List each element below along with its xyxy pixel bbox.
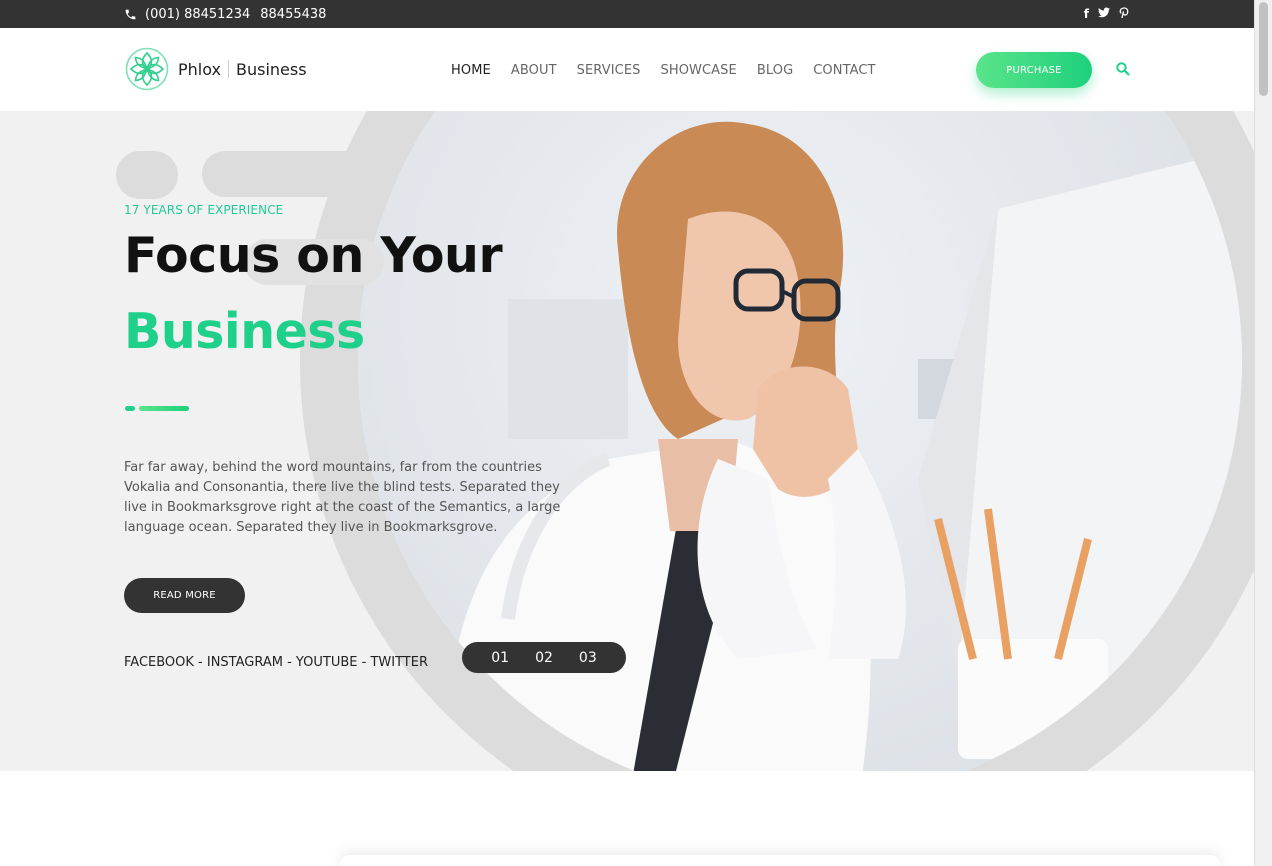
nav-about[interactable]: ABOUT bbox=[511, 63, 557, 78]
facebook-icon[interactable]: f bbox=[1084, 7, 1089, 21]
nav-showcase[interactable]: SHOWCASE bbox=[660, 63, 736, 78]
nav-services[interactable]: SERVICES bbox=[577, 63, 641, 78]
pinterest-icon[interactable] bbox=[1119, 6, 1129, 22]
hero-social-links[interactable]: FACEBOOK - INSTAGRAM - YOUTUBE - TWITTER bbox=[124, 655, 428, 670]
read-more-button[interactable]: READ MORE bbox=[124, 578, 245, 613]
main-nav: HOME ABOUT SERVICES SHOWCASE BLOG CONTAC… bbox=[451, 63, 876, 78]
logo-name: Phlox bbox=[178, 59, 221, 79]
logo-text: Phlox Business bbox=[178, 60, 307, 79]
hero-title-line1: Focus on Your bbox=[124, 227, 503, 284]
search-icon[interactable] bbox=[1115, 61, 1131, 77]
purchase-button[interactable]: PURCHASE bbox=[976, 52, 1092, 88]
site-header: Phlox Business HOME ABOUT SERVICES SHOWC… bbox=[0, 28, 1254, 111]
hero-title-line2: Business bbox=[124, 303, 365, 360]
phone-icon bbox=[125, 9, 136, 19]
hero-section: 17 YEARS OF EXPERIENCE Focus on Your Bus… bbox=[0, 111, 1254, 771]
decor-pill-long bbox=[202, 151, 392, 197]
accent-line bbox=[139, 406, 189, 411]
logo[interactable]: Phlox Business bbox=[124, 47, 307, 91]
page-scrollbar[interactable] bbox=[1254, 0, 1272, 866]
phone-secondary[interactable]: 88455438 bbox=[260, 7, 326, 22]
logo-flower-icon bbox=[125, 47, 169, 91]
scrollbar-thumb[interactable] bbox=[1259, 2, 1268, 96]
nav-contact[interactable]: CONTACT bbox=[813, 63, 875, 78]
twitter-icon[interactable] bbox=[1098, 7, 1110, 21]
slide-pager: 01 02 03 bbox=[462, 642, 626, 673]
phone-info: (001) 88451234 88455438 bbox=[124, 0, 326, 28]
logo-suffix: Business bbox=[236, 59, 307, 79]
top-bar: (001) 88451234 88455438 f bbox=[0, 0, 1254, 28]
next-section bbox=[0, 771, 1254, 866]
decor-pill-small bbox=[116, 151, 178, 199]
slide-2-button[interactable]: 02 bbox=[535, 650, 553, 666]
top-social-icons: f bbox=[1084, 0, 1129, 28]
next-section-card-edge bbox=[340, 855, 1220, 866]
nav-home[interactable]: HOME bbox=[451, 63, 491, 78]
hero-paragraph: Far far away, behind the word mountains,… bbox=[124, 460, 561, 535]
slide-3-button[interactable]: 03 bbox=[579, 650, 597, 666]
logo-separator bbox=[228, 60, 229, 78]
hero-kicker: 17 YEARS OF EXPERIENCE bbox=[124, 203, 284, 217]
phone-primary[interactable]: (001) 88451234 bbox=[145, 7, 250, 22]
slide-1-button[interactable]: 01 bbox=[491, 650, 509, 666]
nav-blog[interactable]: BLOG bbox=[757, 63, 793, 78]
accent-dot bbox=[125, 406, 135, 411]
